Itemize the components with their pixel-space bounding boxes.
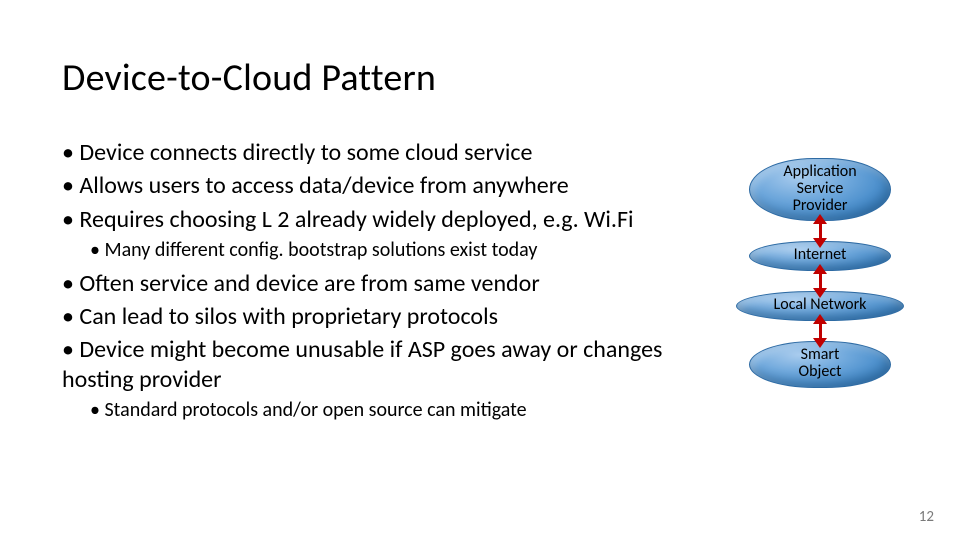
bullet-5: • Can lead to silos with proprietary pro…: [62, 302, 722, 331]
node-internet-text: Internet: [758, 247, 882, 264]
arrow-internet-local: [730, 271, 910, 291]
bullet-6a-text: Standard protocols and/or open source ca…: [104, 398, 526, 422]
bullet-4: • Often service and device are from same…: [62, 269, 722, 298]
slide-body: • Device connects directly to some cloud…: [62, 138, 722, 429]
double-arrow-icon: [810, 215, 830, 247]
node-smart-object-line2: Object: [758, 364, 882, 381]
double-arrow-icon: [810, 315, 830, 347]
bullet-3a: • Many different config. bootstrap solut…: [90, 238, 722, 263]
bullet-6a: • Standard protocols and/or open source …: [90, 398, 722, 423]
bullet-6-text: Device might become unusable if ASP goes…: [62, 335, 662, 393]
bullet-2: • Allows users to access data/device fro…: [62, 171, 722, 200]
arrow-local-smart: [730, 321, 910, 341]
bullet-3a-text: Many different config. bootstrap solutio…: [104, 238, 537, 262]
architecture-diagram: Application Service Provider Internet Lo…: [730, 158, 910, 388]
arrow-asp-internet: [730, 221, 910, 241]
bullet-3-text: Requires choosing L 2 already widely dep…: [79, 205, 633, 234]
bullet-6: • Device might become unusable if ASP go…: [62, 335, 722, 394]
bullet-1-text: Device connects directly to some cloud s…: [79, 138, 532, 167]
slide-number: 12: [919, 508, 934, 526]
bullet-3: • Requires choosing L 2 already widely d…: [62, 205, 722, 234]
slide-title: Device-to-Cloud Pattern: [62, 55, 436, 101]
node-application-service-provider: Application Service Provider: [749, 158, 891, 221]
double-arrow-icon: [810, 265, 830, 297]
slide: Device-to-Cloud Pattern • Device connect…: [0, 0, 960, 540]
bullet-5-text: Can lead to silos with proprietary proto…: [79, 302, 498, 331]
node-asp-line3: Provider: [758, 198, 882, 215]
bullet-4-text: Often service and device are from same v…: [79, 269, 539, 298]
bullet-2-text: Allows users to access data/device from …: [79, 171, 568, 200]
node-local-network-text: Local Network: [745, 297, 895, 314]
bullet-1: • Device connects directly to some cloud…: [62, 138, 722, 167]
